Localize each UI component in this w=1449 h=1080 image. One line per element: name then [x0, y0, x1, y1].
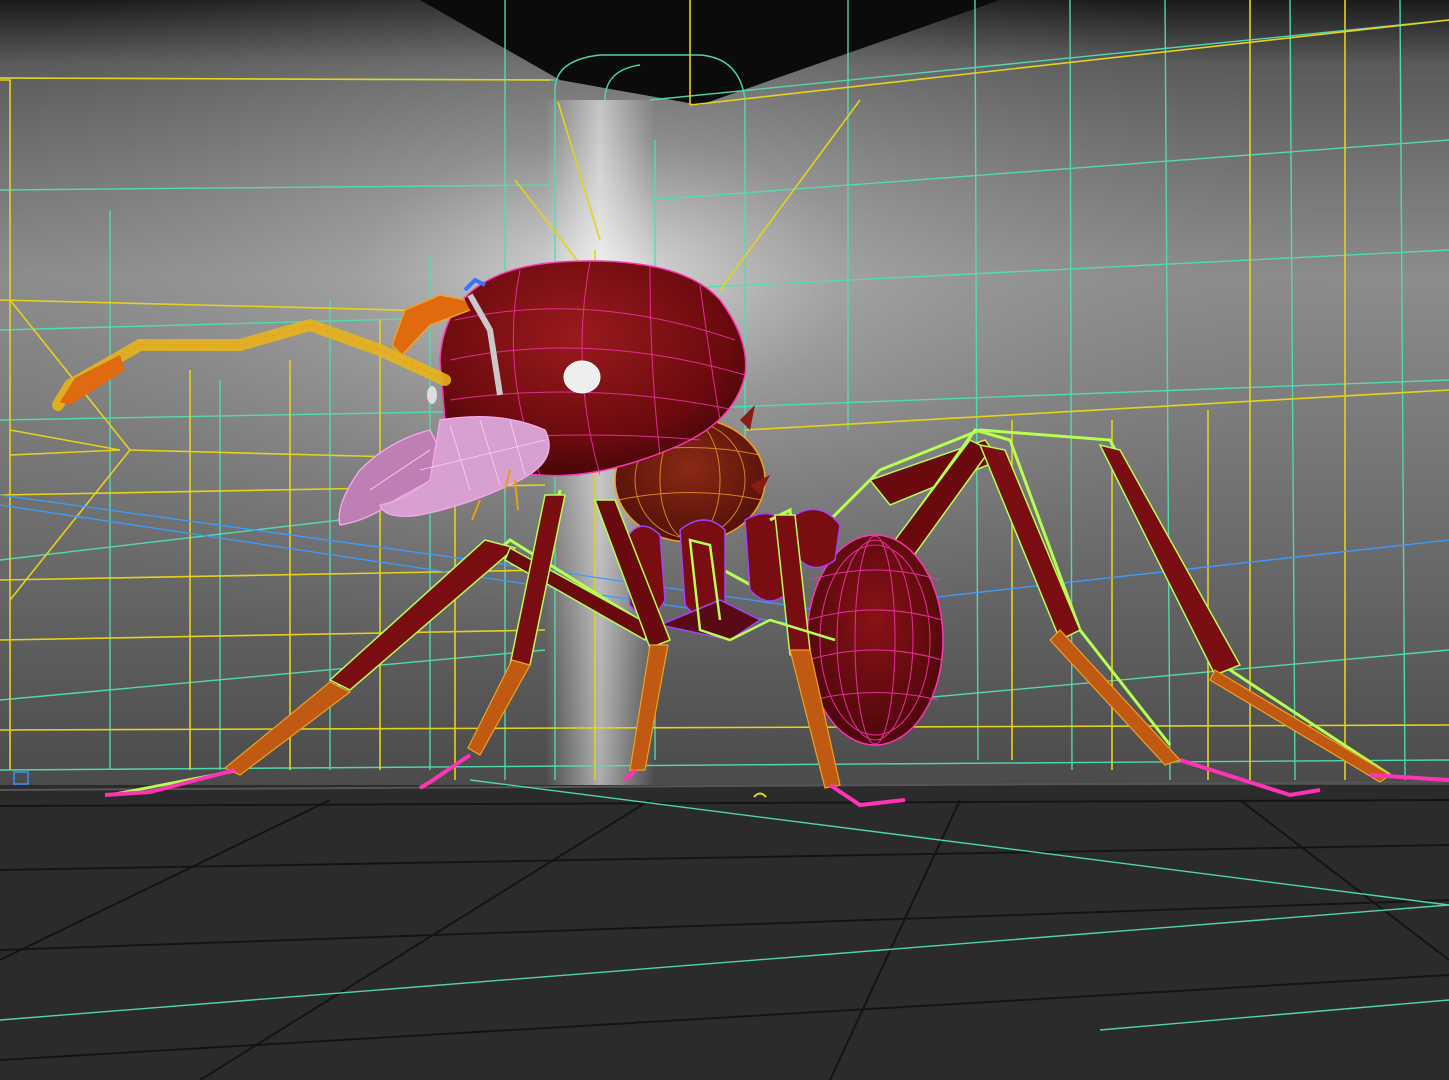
ant-eye: [563, 360, 601, 394]
viewport-canvas[interactable]: [0, 0, 1449, 1080]
3d-viewport[interactable]: [0, 0, 1449, 1080]
floor: [0, 781, 1449, 1080]
ant-abdomen[interactable]: [806, 534, 944, 746]
